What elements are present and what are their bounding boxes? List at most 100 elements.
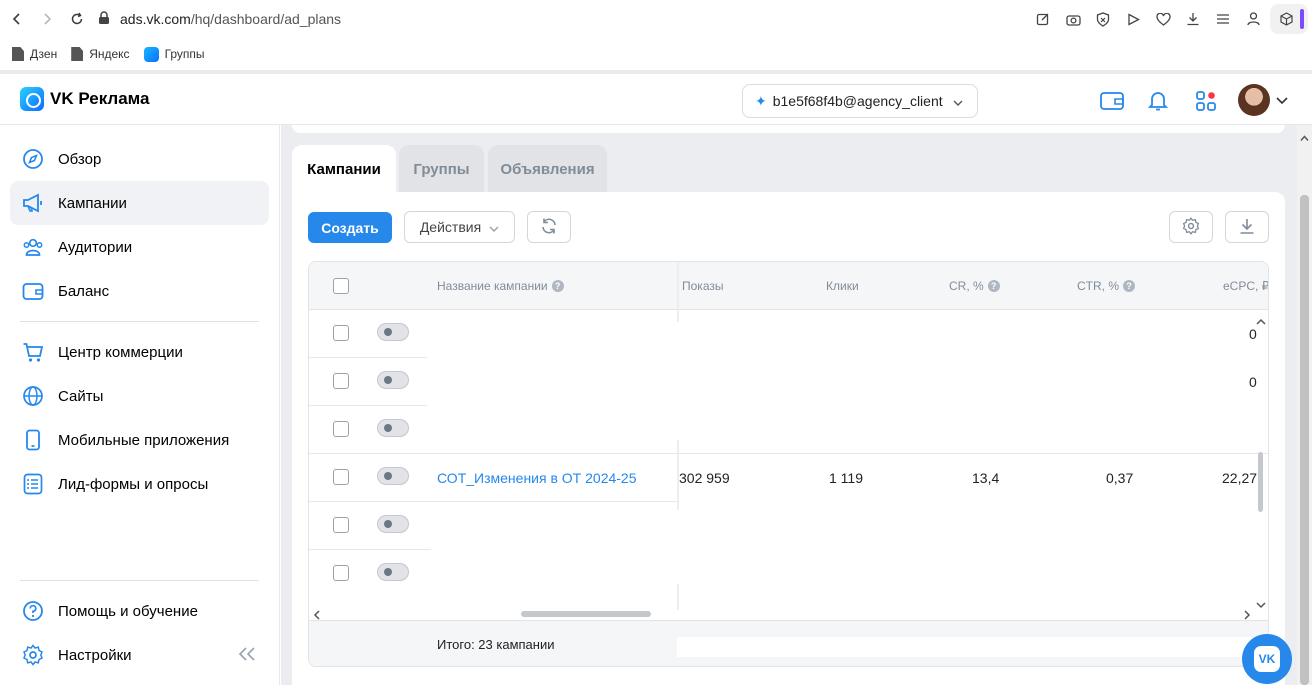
sidebar-item-overview[interactable]: Обзор xyxy=(10,137,269,181)
sidebar-divider xyxy=(20,580,259,581)
row-divider xyxy=(309,405,427,406)
tab-ads[interactable]: Объявления xyxy=(488,145,607,193)
vk-logo-icon: VK xyxy=(1254,646,1280,672)
sidebar-item-settings[interactable]: Настройки xyxy=(10,633,269,677)
tab-groups[interactable]: Группы xyxy=(399,145,484,193)
tab-campaigns[interactable]: Кампании xyxy=(292,145,396,193)
page-scrollbar[interactable] xyxy=(1297,125,1312,685)
row-checkbox[interactable] xyxy=(333,325,349,341)
sidebar-item-lead-forms[interactable]: Лид-формы и опросы xyxy=(10,462,269,506)
back-icon[interactable] xyxy=(2,4,32,34)
header-ctr[interactable]: CTR, % ? xyxy=(1077,279,1135,293)
wallet-icon[interactable] xyxy=(1100,89,1124,113)
select-all-checkbox[interactable] xyxy=(333,278,349,294)
forward-icon[interactable] xyxy=(32,4,62,34)
help-icon[interactable]: ? xyxy=(1123,280,1135,292)
apps-icon[interactable] xyxy=(1194,89,1218,113)
browser-actions xyxy=(1028,4,1268,34)
camera-icon[interactable] xyxy=(1058,4,1088,34)
row-divider xyxy=(309,501,677,502)
avatar[interactable] xyxy=(1238,84,1270,116)
bookmarks-bar: Дзен Яндекс Группы xyxy=(0,38,1312,74)
main-content: Кампании Группы Объявления Создать Дейст… xyxy=(281,125,1297,685)
status-toggle[interactable] xyxy=(377,563,409,581)
address-bar[interactable]: ads.vk.com/hq/dashboard/ad_plans xyxy=(98,10,798,28)
sidebar-item-balance[interactable]: Баланс xyxy=(10,269,269,313)
play-icon[interactable] xyxy=(1118,4,1148,34)
scroll-up-icon[interactable] xyxy=(1300,129,1309,147)
collapse-sidebar-icon[interactable] xyxy=(238,645,256,666)
row-checkbox[interactable] xyxy=(333,469,349,485)
shield-icon[interactable] xyxy=(1088,4,1118,34)
account-selector[interactable]: ✦ b1e5f68f4b@agency_client xyxy=(742,84,978,118)
header-cr[interactable]: CR, % ? xyxy=(949,279,1000,293)
row-checkbox[interactable] xyxy=(333,565,349,581)
help-icon xyxy=(22,600,44,622)
row-checkbox[interactable] xyxy=(333,517,349,533)
extension-icon[interactable] xyxy=(1270,4,1308,34)
sidebar-item-mobile-apps[interactable]: Мобильные приложения xyxy=(10,418,269,462)
header-impressions[interactable]: Показы xyxy=(682,279,723,293)
summary-card xyxy=(292,125,1285,133)
campaign-name-link[interactable]: СОТ_Изменения в ОТ 2024-25 xyxy=(437,470,637,486)
logo[interactable]: VK Реклама xyxy=(20,87,150,111)
vk-ads-logo-icon xyxy=(20,87,44,111)
ecpc-cell: 0 xyxy=(1249,374,1257,390)
lock-icon xyxy=(98,10,110,28)
menu-icon[interactable] xyxy=(1208,4,1238,34)
browser-toolbar: ads.vk.com/hq/dashboard/ad_plans xyxy=(0,0,1312,38)
vertical-scrollbar[interactable] xyxy=(1258,452,1263,512)
bookmark-yandex[interactable]: Яндекс xyxy=(71,47,130,61)
download-icon[interactable] xyxy=(1178,4,1208,34)
heart-icon[interactable] xyxy=(1148,4,1178,34)
users-icon xyxy=(22,236,44,258)
header-campaign-name[interactable]: Название кампании ? xyxy=(437,279,564,293)
create-button[interactable]: Создать xyxy=(308,212,392,243)
url-path: /hq/dashboard/ad_plans xyxy=(190,11,342,27)
sidebar-item-help[interactable]: Помощь и обучение xyxy=(10,589,269,633)
cart-icon xyxy=(22,341,44,363)
status-toggle[interactable] xyxy=(377,467,409,485)
phone-icon xyxy=(22,429,44,451)
refresh-icon xyxy=(540,217,558,238)
horizontal-scrollbar[interactable] xyxy=(521,611,651,617)
list-icon xyxy=(22,473,44,495)
bell-icon[interactable] xyxy=(1146,89,1170,113)
export-button[interactable] xyxy=(1225,211,1269,243)
bookmark-dzen[interactable]: Дзен xyxy=(12,47,57,61)
status-toggle[interactable] xyxy=(377,515,409,533)
help-icon[interactable]: ? xyxy=(551,280,564,292)
sidebar-item-sites[interactable]: Сайты xyxy=(10,374,269,418)
status-toggle[interactable] xyxy=(377,323,409,341)
row-checkbox[interactable] xyxy=(333,373,349,389)
reload-icon[interactable] xyxy=(62,4,92,34)
campaigns-panel: Создать Действия Название кампании ? Пок… xyxy=(292,192,1285,685)
profile-icon[interactable] xyxy=(1238,4,1268,34)
vk-support-button[interactable]: VK xyxy=(1242,634,1292,684)
sidebar-item-commerce[interactable]: Центр коммерции xyxy=(10,330,269,374)
footer-totals-area xyxy=(677,637,1252,657)
settings-button[interactable] xyxy=(1169,211,1213,243)
edit-icon[interactable] xyxy=(1028,4,1058,34)
header-ecpc[interactable]: eCPC, ₽ xyxy=(1223,279,1268,293)
status-toggle[interactable] xyxy=(377,419,409,437)
status-toggle[interactable] xyxy=(377,371,409,389)
header-clicks[interactable]: Клики xyxy=(826,279,859,293)
page-scroll-thumb[interactable] xyxy=(1300,195,1309,685)
help-icon[interactable]: ? xyxy=(987,280,1000,292)
clicks-cell: 1 119 xyxy=(829,470,863,486)
refresh-button[interactable] xyxy=(527,211,571,243)
row-checkbox[interactable] xyxy=(333,421,349,437)
download-icon xyxy=(1239,218,1255,237)
chevron-down-icon[interactable] xyxy=(1276,92,1288,110)
cr-cell: 13,4 xyxy=(972,470,1000,486)
sidebar-item-campaigns[interactable]: Кампании xyxy=(10,181,269,225)
sidebar-item-audiences[interactable]: Аудитории xyxy=(10,225,269,269)
column-divider xyxy=(677,262,679,322)
bookmark-groups[interactable]: Группы xyxy=(143,46,205,62)
scroll-up-icon[interactable] xyxy=(1256,313,1266,331)
sidebar: Обзор Кампании Аудитории Баланс Центр ко… xyxy=(0,125,280,685)
scroll-down-icon[interactable] xyxy=(1256,596,1266,614)
actions-dropdown[interactable]: Действия xyxy=(404,211,515,243)
table-footer: Итого: 23 кампании xyxy=(309,620,1268,666)
